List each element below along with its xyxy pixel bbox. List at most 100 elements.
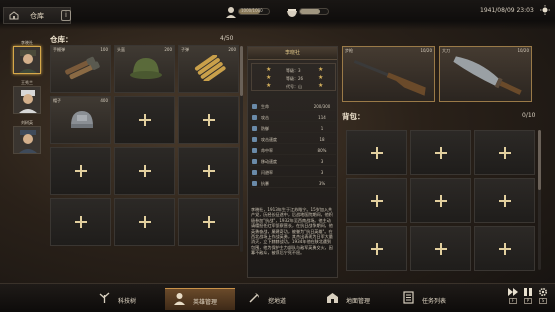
backpack-scrollbar[interactable] [538,130,541,270]
fast-forward-icon [508,288,518,296]
empty-backpack-slot[interactable] [474,178,535,223]
fast-forward-button[interactable]: F [508,287,518,304]
inventory-slot[interactable]: 手榴弹 100 [50,45,111,93]
scrollbar-thumb[interactable] [240,46,243,96]
attack-speed-icon [252,137,257,142]
add-icon [202,114,215,126]
empty-inventory-slot[interactable] [50,198,111,246]
stat-value: 80% [317,148,327,153]
game-datetime: 1941/08/09 23:03 [480,7,534,14]
hero-rank-line: 等级：26 [286,76,304,81]
page-title: 仓库 [30,12,44,20]
bottom-nav: 科技树 英雄管理 挖地道 地面管理 任务列表 [0,283,555,312]
empty-inventory-slot[interactable] [178,96,239,144]
resource-food [286,6,330,18]
stat-value: 1 [320,126,324,131]
add-icon [138,114,151,126]
task-list-icon [403,291,414,304]
stat-label: 抗暴 [261,181,269,186]
empty-backpack-slot[interactable] [346,226,407,271]
stat-value: 200/300 [313,104,331,109]
empty-inventory-slot[interactable] [178,147,239,195]
empty-inventory-slot[interactable] [178,198,239,246]
add-icon [498,194,511,207]
item-name: 子弹 [181,47,189,52]
equipment-slot-weapon[interactable]: 步枪 10/20 [342,46,435,102]
scrollbar-thumb[interactable] [538,130,541,190]
equip-name: 大刀 [442,48,450,53]
health-icon [252,104,257,109]
item-qty: 200 [164,47,172,52]
stat-row: 命中率 80% [251,146,336,155]
inventory-grid: 手榴弹 100 头盔 200 子弹 200 帽子 400 [50,45,239,246]
nav-label: 科技树 [118,298,137,305]
rifle-icon [353,59,426,96]
add-icon [74,165,87,177]
stat-value: 3% [318,181,326,186]
add-icon [370,242,383,255]
broadsword-icon [453,56,522,95]
stat-value: 114 [318,115,326,120]
info-button[interactable]: i [61,10,71,21]
hero-card-3[interactable]: 刘树英 [12,120,42,154]
hero-rank-line: 代号：山 [286,84,302,89]
settings-button[interactable]: S [538,287,548,304]
hero-portrait [13,126,41,154]
bullets-icon [194,55,226,81]
equip-name: 步枪 [345,48,353,53]
stat-label: 闪避率 [261,170,273,175]
empty-inventory-slot[interactable] [114,198,175,246]
pause-button[interactable]: P [523,287,533,304]
stat-row: 防御 1 [251,124,336,133]
inventory-slot[interactable]: 子弹 200 [178,45,239,93]
empty-backpack-slot[interactable] [474,226,535,271]
nav-label: 地面管理 [346,298,371,305]
crit-resist-icon [252,181,257,186]
equipment-slot-melee[interactable]: 大刀 10/20 [439,46,532,102]
nav-task-list[interactable]: 任务列表 [402,288,472,310]
star-icon: ★ [266,74,272,81]
add-icon [202,216,215,228]
empty-inventory-slot[interactable] [50,147,111,195]
nav-ground-manage[interactable]: 地面管理 [326,288,396,310]
add-icon [370,194,383,207]
stat-label: 防御 [261,126,269,131]
inventory-slot[interactable]: 帽子 400 [50,96,111,144]
warehouse-tab[interactable]: 仓库 i [3,7,71,24]
add-icon [434,242,447,255]
equip-qty: 10/20 [517,48,529,53]
cap-icon [71,111,93,128]
add-icon [138,216,151,228]
helmet-icon [130,58,162,79]
empty-backpack-slot[interactable] [410,178,471,223]
stat-label: 攻击速度 [261,137,277,142]
empty-backpack-slot[interactable] [410,226,471,271]
item-name: 帽子 [53,98,61,103]
inventory-scrollbar[interactable] [240,46,243,252]
soldier-icon [226,7,236,18]
nav-dig-tunnel[interactable]: 挖地道 [248,288,308,310]
stat-row: 移动速度 3 [251,157,336,166]
empty-inventory-slot[interactable] [114,96,175,144]
empty-inventory-slot[interactable] [114,147,175,195]
empty-backpack-slot[interactable] [346,178,407,223]
add-icon [434,194,447,207]
evade-icon [252,170,257,175]
item-name: 头盔 [117,47,125,52]
inventory-slot[interactable]: 头盔 200 [114,45,175,93]
inventory-label: 仓库： [50,35,73,44]
hotkey-label: S [539,298,547,304]
hero-detail-name: 李晓社 [248,47,337,60]
empty-backpack-slot[interactable] [410,130,471,175]
attack-icon [252,115,257,120]
nav-hero-manage[interactable]: 英雄管理 [165,288,235,310]
empty-backpack-slot[interactable] [346,130,407,175]
hero-card-1[interactable]: 李晓社 [12,40,42,74]
hero-biography: 李晓社，1913年生于江苏睢宁。15岁加入共产党，历经长征途中，后战地医院期间，… [251,207,333,256]
nav-tech-tree[interactable]: 科技树 [98,288,158,310]
settings-icon [538,287,548,297]
dig-tunnel-icon [249,293,259,303]
hero-card-2[interactable]: 王秀兰 [12,80,42,114]
empty-backpack-slot[interactable] [474,130,535,175]
nav-label: 任务列表 [422,298,447,305]
